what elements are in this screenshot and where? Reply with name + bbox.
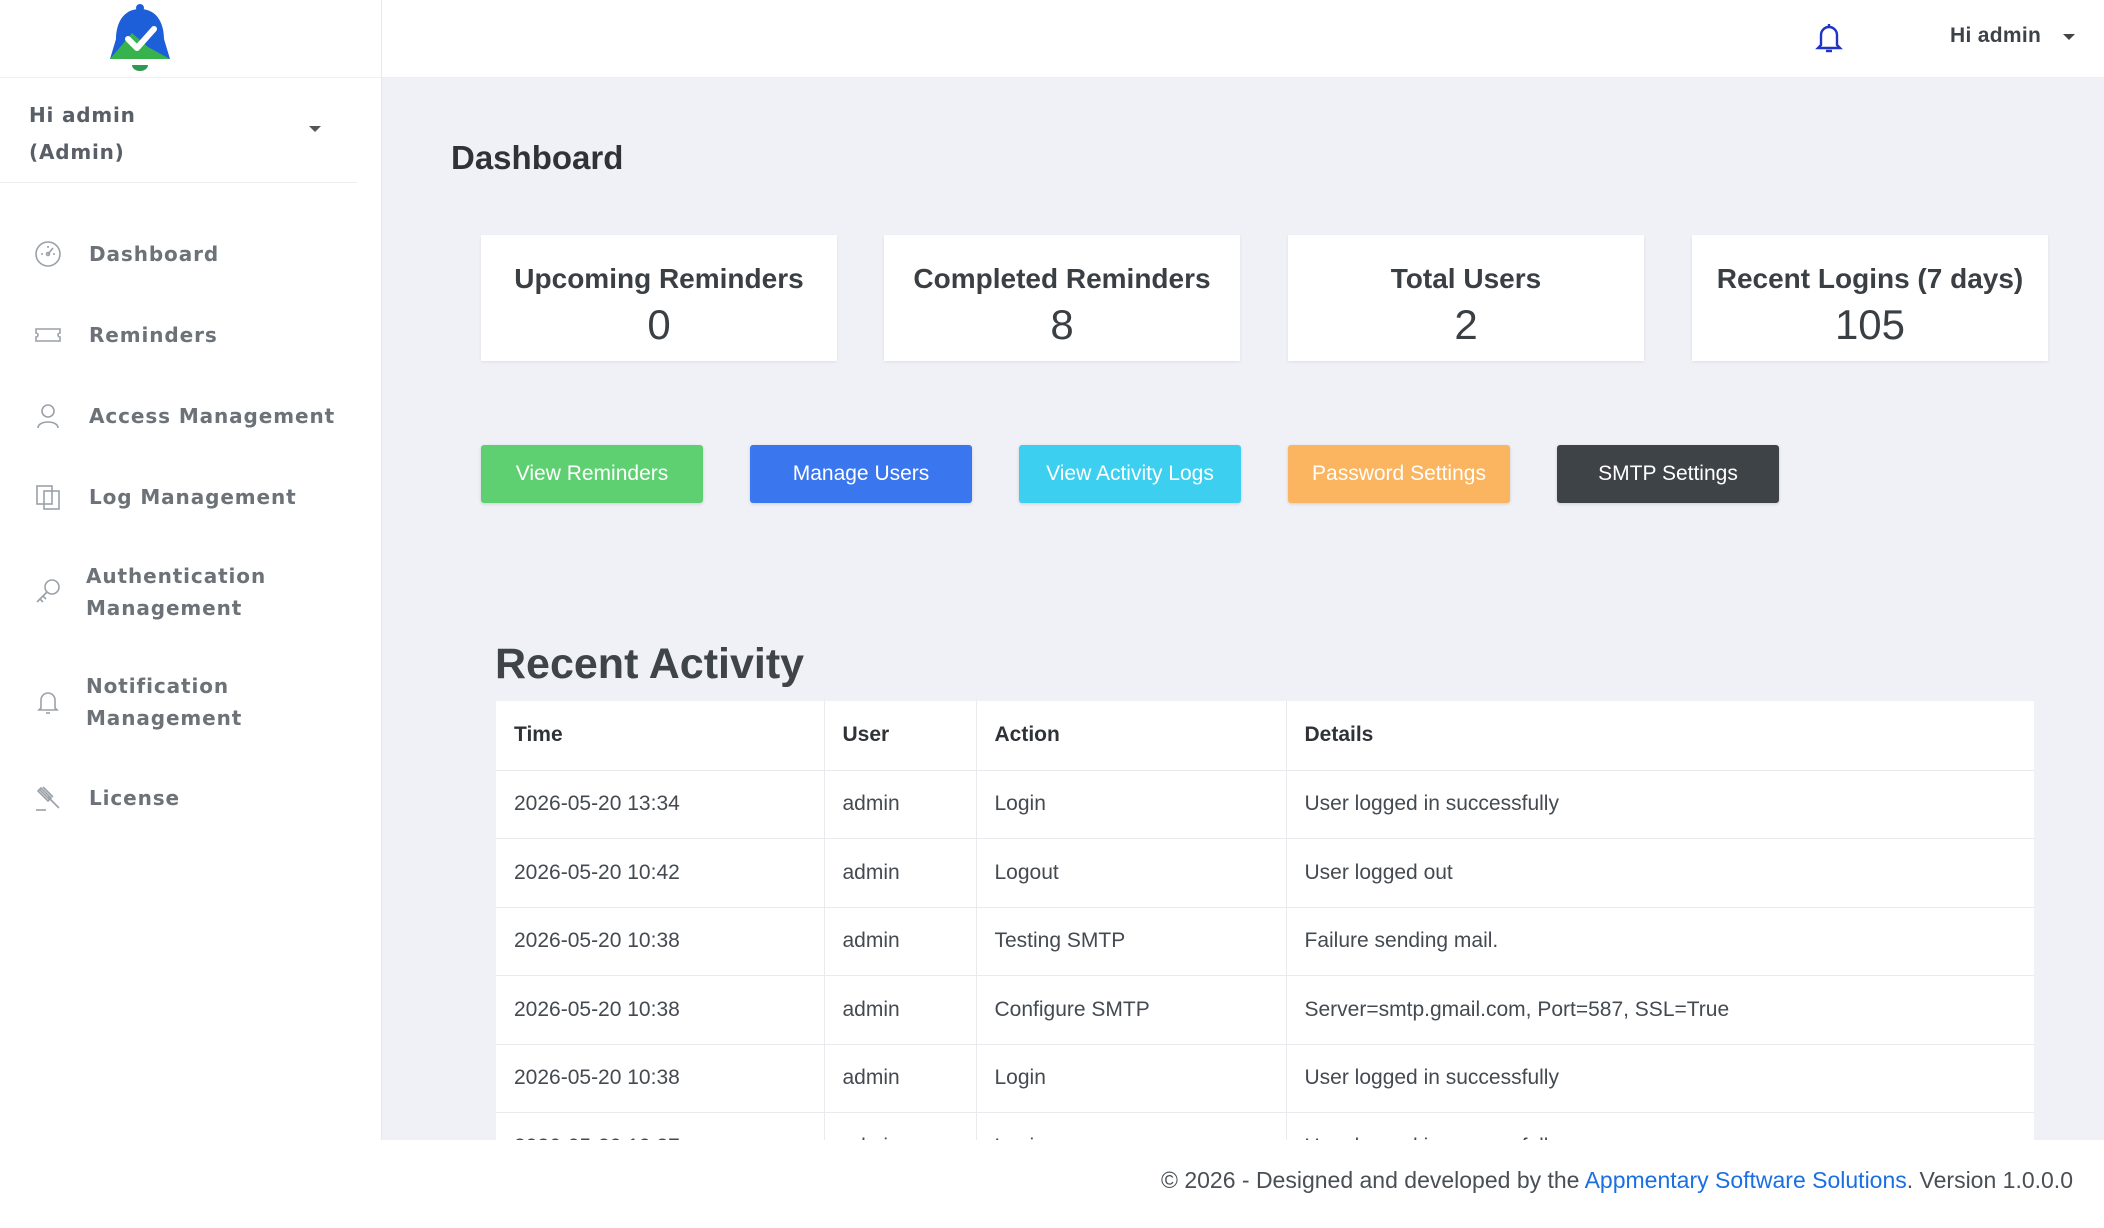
stat-card-completed-reminders: Completed Reminders 8 [884, 235, 1240, 361]
table-header-row: Time User Action Details [496, 701, 2034, 771]
cell-time: 2026-05-20 10:38 [496, 907, 825, 976]
sidebar-item-label: License [89, 785, 181, 810]
sidebar-nav: Dashboard Reminders Access Management Lo… [0, 183, 381, 838]
cell-time: 2026-05-20 10:38 [496, 975, 825, 1045]
footer-version: . Version 1.0.0.0 [1906, 1167, 2073, 1193]
cell-action: Login [976, 770, 1287, 839]
cell-user: admin [824, 1044, 977, 1113]
cell-details: Failure sending mail. [1286, 907, 2034, 976]
bell-icon [32, 686, 64, 718]
stat-value: 2 [1454, 301, 1478, 348]
column-header-time: Time [496, 701, 825, 771]
view-activity-logs-button[interactable]: View Activity Logs [1019, 445, 1241, 503]
sidebar-item-label-line2: Management [86, 706, 243, 730]
cell-user: admin [824, 838, 977, 908]
footer-copyright: © 2026 - Designed and developed by the [1161, 1167, 1585, 1193]
sidebar-item-log-management[interactable]: Log Management [0, 456, 381, 537]
caret-down-icon[interactable] [2063, 34, 2075, 40]
logo-area [0, 0, 381, 78]
sidebar-item-license[interactable]: License [0, 757, 381, 838]
column-header-details: Details [1286, 701, 2034, 771]
manage-users-button[interactable]: Manage Users [750, 445, 972, 503]
table-row: 2026-05-20 10:37 admin Login User logged… [496, 1112, 2034, 1140]
caret-down-icon[interactable] [309, 126, 321, 132]
sidebar-user-role: (Admin) [29, 140, 125, 164]
stat-label: Upcoming Reminders [514, 263, 804, 294]
stat-card-total-users: Total Users 2 [1288, 235, 1644, 361]
recent-activity-title: Recent Activity [495, 640, 805, 688]
sidebar-item-dashboard[interactable]: Dashboard [0, 213, 381, 294]
copy-icon [32, 481, 64, 513]
sidebar-item-label: Reminders [89, 322, 218, 347]
table-row: 2026-05-20 13:34 admin Login User logged… [496, 770, 2034, 839]
footer-text: © 2026 - Designed and developed by the A… [1161, 1167, 2073, 1194]
cell-time: 2026-05-20 10:38 [496, 1044, 825, 1113]
sidebar-user-name: Hi admin [29, 103, 136, 127]
smtp-settings-button[interactable]: SMTP Settings [1557, 445, 1779, 503]
cell-action: Login [976, 1112, 1287, 1140]
cell-details: User logged out [1286, 838, 2034, 908]
stat-label: Completed Reminders [913, 263, 1211, 294]
top-user-menu[interactable]: Hi admin [1950, 24, 2041, 48]
sidebar: Hi admin (Admin) Dashboard Reminders Acc… [0, 0, 382, 1140]
gavel-icon [32, 782, 64, 814]
ticket-icon [32, 319, 64, 351]
cell-details: User logged in successfully [1286, 1112, 2034, 1140]
view-reminders-button[interactable]: View Reminders [481, 445, 703, 503]
cell-time: 2026-05-20 10:42 [496, 838, 825, 908]
cell-time: 2026-05-20 13:34 [496, 770, 825, 839]
column-header-action: Action [976, 701, 1287, 771]
recent-activity-table-container[interactable]: Time User Action Details 2026-05-20 13:3… [496, 701, 2034, 1140]
top-navbar: Hi admin [382, 0, 2104, 78]
cell-details: User logged in successfully [1286, 1044, 2034, 1113]
stat-card-upcoming-reminders: Upcoming Reminders 0 [481, 235, 837, 361]
app-logo-icon[interactable] [102, 3, 178, 75]
stat-value: 105 [1834, 301, 1906, 348]
stat-value: 8 [1050, 301, 1074, 348]
cell-details: User logged in successfully [1286, 770, 2034, 839]
sidebar-item-label: Notification [86, 674, 229, 698]
password-settings-button[interactable]: Password Settings [1288, 445, 1510, 503]
recent-activity-table: Time User Action Details 2026-05-20 13:3… [496, 701, 2034, 1140]
table-row: 2026-05-20 10:38 admin Testing SMTP Fail… [496, 907, 2034, 976]
speedometer-icon [32, 238, 64, 270]
footer: © 2026 - Designed and developed by the A… [0, 1140, 2104, 1228]
page-title: Dashboard [451, 139, 624, 176]
table-row: 2026-05-20 10:38 admin Configure SMTP Se… [496, 975, 2034, 1045]
sidebar-item-label-line2: Management [86, 596, 243, 620]
sidebar-item-label: Access Management [89, 403, 336, 428]
cell-time: 2026-05-20 10:37 [496, 1112, 825, 1140]
company-link[interactable]: Appmentary Software Solutions [1585, 1167, 1907, 1193]
table-row: 2026-05-20 10:38 admin Login User logged… [496, 1044, 2034, 1113]
sidebar-item-reminders[interactable]: Reminders [0, 294, 381, 375]
cell-user: admin [824, 907, 977, 976]
cell-user: admin [824, 975, 977, 1045]
sidebar-item-access-management[interactable]: Access Management [0, 375, 381, 456]
stat-card-recent-logins: Recent Logins (7 days) 105 [1692, 235, 2048, 361]
user-icon [32, 400, 64, 432]
column-header-user: User [824, 701, 977, 771]
key-icon [32, 576, 64, 608]
sidebar-item-notification-management[interactable]: Notification Management [0, 647, 381, 757]
cell-action: Configure SMTP [976, 975, 1287, 1045]
stat-label: Recent Logins (7 days) [1716, 263, 2024, 294]
sidebar-user-menu[interactable]: Hi admin (Admin) [0, 78, 357, 183]
cell-user: admin [824, 1112, 977, 1140]
cell-action: Testing SMTP [976, 907, 1287, 976]
cell-action: Logout [976, 838, 1287, 908]
stat-label: Total Users [1390, 263, 1542, 294]
table-row: 2026-05-20 10:42 admin Logout User logge… [496, 838, 2034, 908]
notification-bell-icon[interactable] [1814, 21, 1844, 55]
sidebar-item-label: Dashboard [89, 241, 220, 266]
sidebar-item-label: Log Management [89, 484, 297, 509]
cell-action: Login [976, 1044, 1287, 1113]
stat-value: 0 [647, 301, 671, 348]
cell-user: admin [824, 770, 977, 839]
sidebar-item-label: Authentication [86, 564, 267, 588]
sidebar-item-authentication-management[interactable]: Authentication Management [0, 537, 381, 647]
cell-details: Server=smtp.gmail.com, Port=587, SSL=Tru… [1286, 975, 2034, 1045]
